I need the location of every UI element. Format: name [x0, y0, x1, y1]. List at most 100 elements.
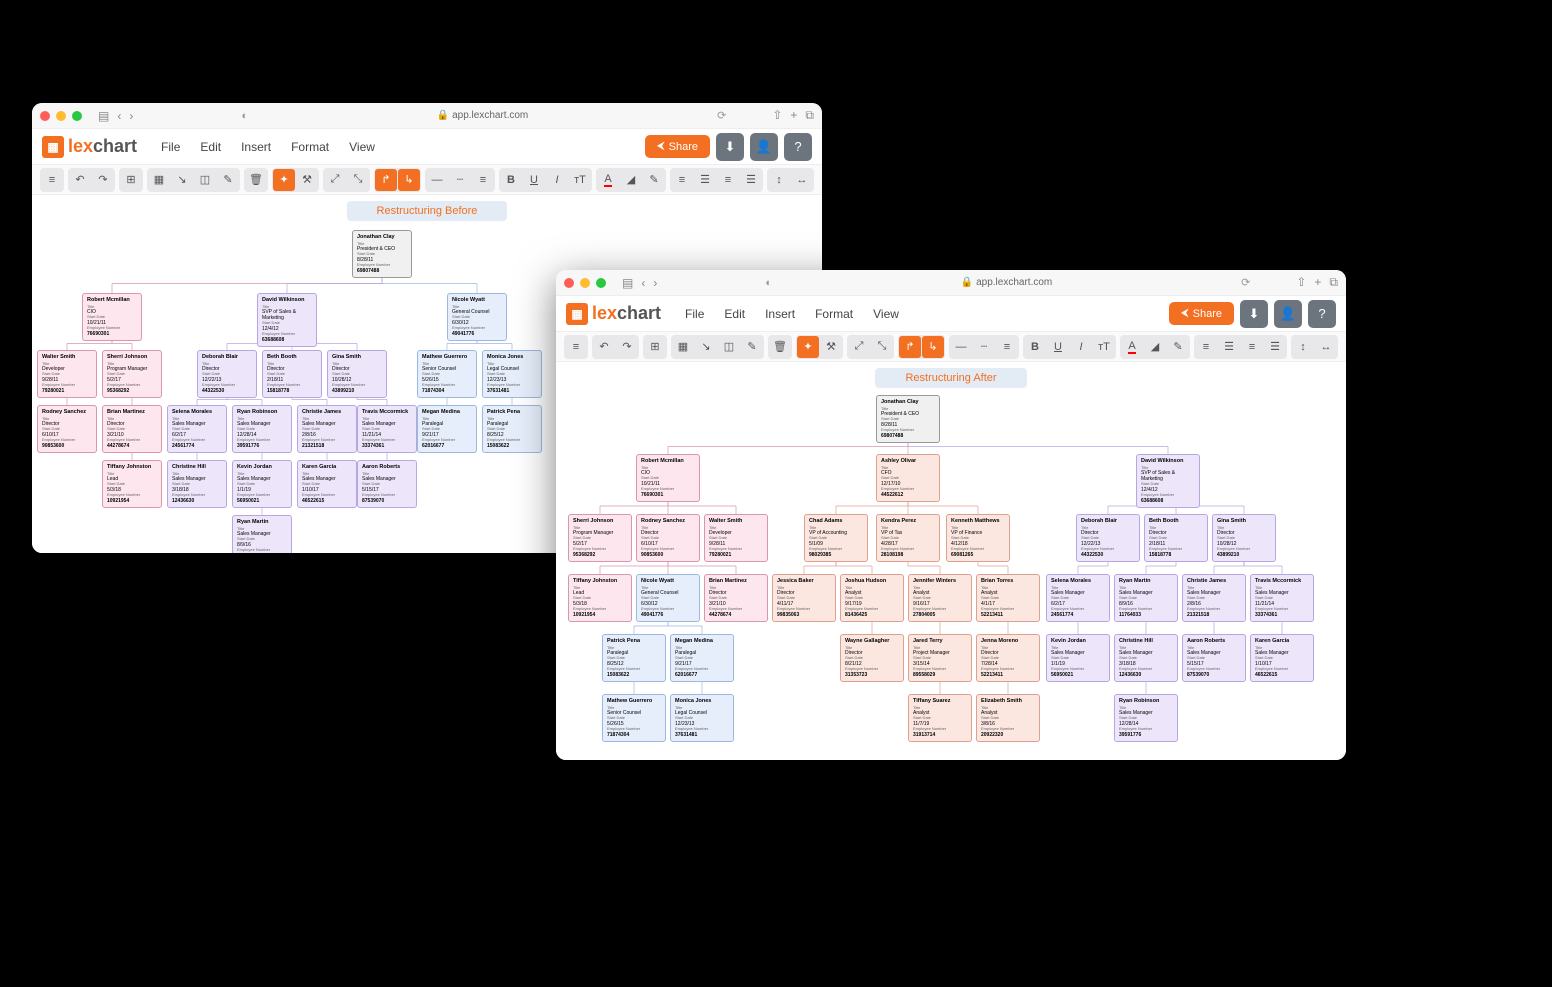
maximize-icon[interactable]	[72, 111, 82, 121]
address-bar[interactable]: 🔒 app.lexchart.com	[254, 110, 711, 121]
org-node[interactable]: Walter SmithTitleDeveloperStart Date9/28…	[37, 350, 97, 398]
org-node[interactable]: Christie JamesTitleSales ManagerStart Da…	[1182, 574, 1246, 622]
share-button[interactable]: ⮜ Share	[1169, 302, 1234, 325]
add-box-icon[interactable]: ▦	[148, 169, 170, 191]
user-button[interactable]: 👤	[750, 133, 778, 161]
layout-a-icon[interactable]: ↱	[899, 336, 921, 358]
redo-icon[interactable]: ↷	[92, 169, 114, 191]
connector-icon[interactable]: ↘	[171, 169, 193, 191]
back-icon[interactable]: ‹	[115, 109, 123, 123]
org-node[interactable]: Sherri JohnsonTitleProgram ManagerStart …	[568, 514, 632, 562]
fillcolor-icon[interactable]: ◢	[1144, 336, 1166, 358]
org-node[interactable]: David WilkinsonTitleSVP of Sales & Marke…	[257, 293, 317, 347]
org-node[interactable]: Gina SmithTitleDirectorStart Date10/28/1…	[1212, 514, 1276, 562]
org-node[interactable]: Jonathan ClayTitlePresident & CEOStart D…	[876, 395, 940, 443]
tools-icon[interactable]: ⚒	[820, 336, 842, 358]
close-icon[interactable]	[564, 278, 574, 288]
add-box-icon[interactable]: ▦	[672, 336, 694, 358]
underline-icon[interactable]: U	[1047, 336, 1069, 358]
redo-icon[interactable]: ↷	[616, 336, 638, 358]
undo-icon[interactable]: ↶	[593, 336, 615, 358]
sort-v-icon[interactable]: ↕	[1292, 336, 1314, 358]
org-node[interactable]: Jenna MorenoTitleDirectorStart Date7/28/…	[976, 634, 1040, 682]
org-node[interactable]: Jennifer WintersTitleAnalystStart Date9/…	[908, 574, 972, 622]
magic-wand-icon[interactable]: ✦	[797, 336, 819, 358]
org-node[interactable]: Kevin JordanTitleSales ManagerStart Date…	[232, 460, 292, 508]
org-node[interactable]: Travis MccormickTitleSales ManagerStart …	[1250, 574, 1314, 622]
org-node[interactable]: Ryan RobinsonTitleSales ManagerStart Dat…	[1114, 694, 1178, 742]
org-node[interactable]: Jonathan ClayTitlePresident & CEOStart D…	[352, 230, 412, 278]
org-node[interactable]: Monica JonesTitleLegal CounselStart Date…	[482, 350, 542, 398]
org-node[interactable]: Walter SmithTitleDeveloperStart Date9/28…	[704, 514, 768, 562]
line-dash-icon[interactable]: ┄	[973, 336, 995, 358]
org-node[interactable]: Deborah BlairTitleDirectorStart Date12/2…	[197, 350, 257, 398]
sidebar-toggle-icon[interactable]: ▤	[620, 276, 635, 290]
help-button[interactable]: ?	[784, 133, 812, 161]
layout-b-icon[interactable]: ↳	[398, 169, 420, 191]
org-node[interactable]: Megan MedinaTitleParalegalStart Date9/21…	[417, 405, 477, 453]
org-node[interactable]: Chad AdamsTitleVP of AccountingStart Dat…	[804, 514, 868, 562]
layout-a-icon[interactable]: ↱	[375, 169, 397, 191]
grid-icon[interactable]: ⊞	[120, 169, 142, 191]
shield-icon[interactable]: ◐	[765, 277, 772, 289]
org-node[interactable]: Tiffany JohnstonTitleLeadStart Date5/3/1…	[102, 460, 162, 508]
align-left-icon[interactable]: ≡	[671, 169, 693, 191]
org-node[interactable]: Travis MccormickTitleSales ManagerStart …	[357, 405, 417, 453]
menu-file[interactable]: File	[685, 307, 704, 321]
org-node[interactable]: Rodney SanchezTitleDirectorStart Date6/1…	[636, 514, 700, 562]
align-right-icon[interactable]: ≡	[1241, 336, 1263, 358]
underline-icon[interactable]: U	[523, 169, 545, 191]
org-node[interactable]: Brian MartinezTitleDirectorStart Date3/2…	[704, 574, 768, 622]
download-button[interactable]: ⬇	[1240, 300, 1268, 328]
menu-format[interactable]: Format	[815, 307, 853, 321]
address-bar[interactable]: 🔒 app.lexchart.com	[778, 277, 1235, 288]
org-node[interactable]: Patrick PenaTitleParalegalStart Date8/25…	[602, 634, 666, 682]
magic-wand-icon[interactable]: ✦	[273, 169, 295, 191]
org-node[interactable]: Megan MedinaTitleParalegalStart Date9/21…	[670, 634, 734, 682]
collapse-icon[interactable]: ⤡	[347, 169, 369, 191]
org-node[interactable]: Tiffany SuarezTitleAnalystStart Date11/7…	[908, 694, 972, 742]
reload-icon[interactable]: ⟳	[1241, 276, 1250, 289]
org-node[interactable]: Jessica BakerTitleDirectorStart Date4/11…	[772, 574, 836, 622]
org-node[interactable]: Sherri JohnsonTitleProgram ManagerStart …	[102, 350, 162, 398]
org-node[interactable]: Karen GarciaTitleSales ManagerStart Date…	[297, 460, 357, 508]
org-node[interactable]: Brian MartinezTitleDirectorStart Date3/2…	[102, 405, 162, 453]
bordercolor-icon[interactable]: ✎	[1167, 336, 1189, 358]
edit-icon[interactable]: ✎	[217, 169, 239, 191]
org-node[interactable]: Selena MoralesTitleSales ManagerStart Da…	[167, 405, 227, 453]
textcolor-icon[interactable]: A	[1121, 336, 1143, 358]
bold-icon[interactable]: B	[1024, 336, 1046, 358]
bold-icon[interactable]: B	[500, 169, 522, 191]
org-node[interactable]: Kevin JordanTitleSales ManagerStart Date…	[1046, 634, 1110, 682]
fillcolor-icon[interactable]: ◢	[620, 169, 642, 191]
line-weight-icon[interactable]: ≡	[996, 336, 1018, 358]
line-solid-icon[interactable]: —	[950, 336, 972, 358]
org-node[interactable]: Nicole WyattTitleGeneral CounselStart Da…	[636, 574, 700, 622]
tools-icon[interactable]: ⚒	[296, 169, 318, 191]
align-center-icon[interactable]: ☰	[694, 169, 716, 191]
shield-icon[interactable]: ◐	[241, 110, 248, 122]
org-node[interactable]: Selena MoralesTitleSales ManagerStart Da…	[1046, 574, 1110, 622]
forward-icon[interactable]: ›	[127, 109, 135, 123]
fontsize-icon[interactable]: ᴛT	[1093, 336, 1115, 358]
tabs-icon[interactable]: ⧉	[805, 108, 814, 123]
org-node[interactable]: Robert McmillanTitleCIOStart Date10/21/1…	[82, 293, 142, 341]
download-button[interactable]: ⬇	[716, 133, 744, 161]
line-solid-icon[interactable]: —	[426, 169, 448, 191]
expand-icon[interactable]: ⤢	[324, 169, 346, 191]
reload-icon[interactable]: ⟳	[717, 109, 726, 122]
menu-view[interactable]: View	[349, 140, 375, 154]
textcolor-icon[interactable]: A	[597, 169, 619, 191]
sort-h-icon[interactable]: ↔	[791, 169, 813, 191]
org-node[interactable]: Joshua HudsonTitleAnalystStart Date9/17/…	[840, 574, 904, 622]
grid-icon[interactable]: ⊞	[644, 336, 666, 358]
sort-v-icon[interactable]: ↕	[768, 169, 790, 191]
org-node[interactable]: Rodney SanchezTitleDirectorStart Date6/1…	[37, 405, 97, 453]
org-node[interactable]: Robert McmillanTitleCIOStart Date10/21/1…	[636, 454, 700, 502]
share-icon[interactable]: ⇧	[772, 108, 782, 123]
shape-icon[interactable]: ◫	[718, 336, 740, 358]
org-node[interactable]: Nicole WyattTitleGeneral CounselStart Da…	[447, 293, 507, 341]
org-node[interactable]: Ashley OlivarTitleCFOStart Date12/17/10E…	[876, 454, 940, 502]
org-node[interactable]: Aaron RobertsTitleSales ManagerStart Dat…	[357, 460, 417, 508]
collapse-icon[interactable]: ⤡	[871, 336, 893, 358]
